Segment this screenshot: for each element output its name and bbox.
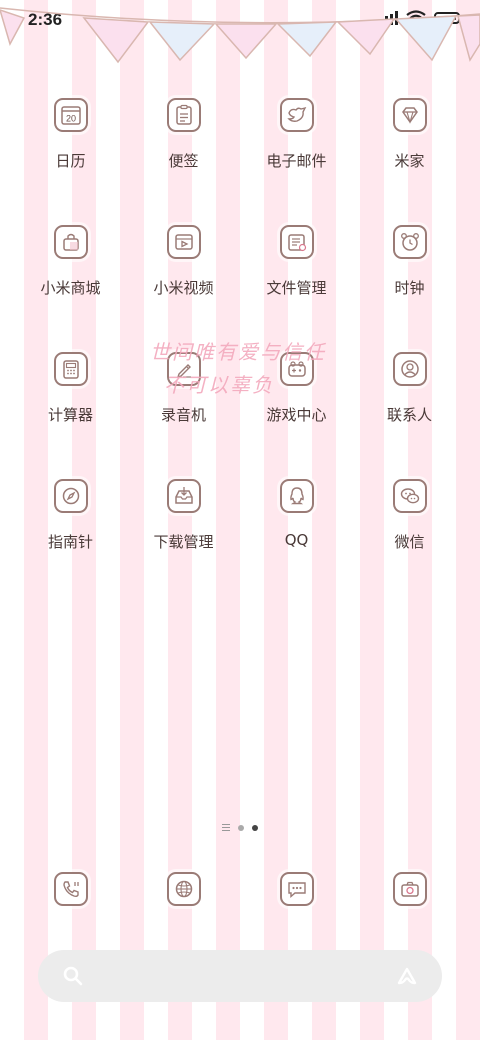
app-file-manager[interactable]: 文件管理 [240,225,353,298]
page-indicator-menu [222,824,230,831]
app-compass[interactable]: 指南针 [14,479,127,552]
mail-icon [279,98,314,132]
app-calculator[interactable]: 计算器 [14,352,127,425]
app-label: 下载管理 [153,533,214,551]
app-email[interactable]: 电子邮件 [240,98,353,171]
calculator-icon [53,352,88,386]
page-dot-active [252,824,258,831]
dock-phone[interactable] [14,872,127,906]
app-label: 便签 [168,152,199,170]
app-label: 微信 [394,533,425,551]
app-label: 日历 [55,152,86,170]
app-label: 小米视频 [153,279,214,297]
assistant-icon[interactable] [396,965,418,987]
app-download[interactable]: 下载管理 [127,479,240,552]
app-notes[interactable]: 便签 [127,98,240,171]
page-dot [238,824,244,831]
battery-icon [434,11,463,24]
app-label: 指南针 [47,533,93,551]
app-qq[interactable]: QQ [240,479,353,552]
wechat-icon [392,479,427,513]
search-bar[interactable] [38,950,442,1002]
phone-icon [53,872,88,906]
status-icons [375,10,463,25]
app-label: 电子邮件 [266,152,327,170]
mijia-icon [392,98,427,132]
wallpaper-text-line2: 不可以辜负 [164,373,274,397]
app-mijia[interactable]: 米家 [353,98,466,171]
compass-icon [53,479,88,513]
app-label: 文件管理 [266,279,327,297]
camera-icon [392,872,427,906]
signal-icon [375,10,398,25]
qq-icon [279,479,314,513]
app-label: 米家 [394,152,425,170]
app-wechat[interactable]: 微信 [353,479,466,552]
status-time: 2:36 [28,10,63,29]
app-label: 联系人 [386,406,432,424]
app-label: QQ [284,531,309,549]
page-indicator[interactable] [0,824,480,831]
calendar-day: 20 [65,114,75,124]
search-icon [63,966,83,986]
wifi-icon [406,10,426,25]
file-manager-icon [279,225,314,259]
video-icon [166,225,201,259]
calendar-icon: 20 [53,98,88,132]
app-label: 计算器 [47,406,93,424]
dock-camera[interactable] [353,872,466,906]
app-calendar[interactable]: 20 日历 [14,98,127,171]
browser-icon [166,872,201,906]
wallpaper-text-line1: 世间唯有爱与信任 [150,340,326,364]
messages-icon [279,872,314,906]
app-label: 录音机 [160,406,206,424]
status-bar: 2:36 [0,0,480,36]
notes-icon [166,98,201,132]
dock-messages[interactable] [240,872,353,906]
app-label: 游戏中心 [266,406,327,424]
app-label: 小米商城 [40,279,101,297]
dock [14,872,466,906]
contacts-icon [392,352,427,386]
download-icon [166,479,201,513]
app-video[interactable]: 小米视频 [127,225,240,298]
app-grid: 20 日历 便签 电子邮件 米家 小米商城 小米视频 文件管理 时钟 计算器 录… [14,98,466,552]
app-label: 时钟 [394,279,425,297]
app-store[interactable]: 小米商城 [14,225,127,298]
wallpaper-text: 世间唯有爱与信任 不可以辜负 [150,336,380,406]
clock-icon [392,225,427,259]
dock-browser[interactable] [127,872,240,906]
store-icon [53,225,88,259]
app-clock[interactable]: 时钟 [353,225,466,298]
